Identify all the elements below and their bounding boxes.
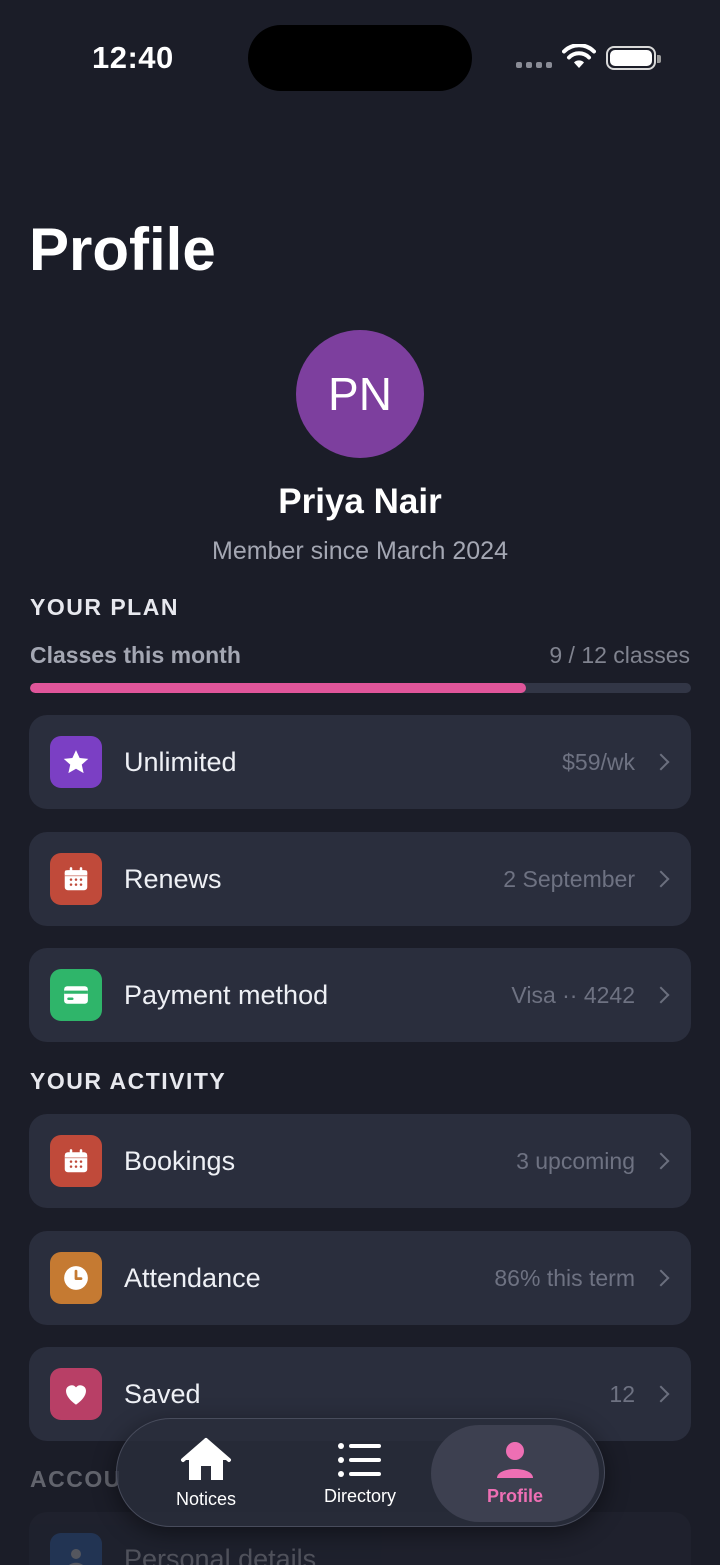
chevron-right-icon: [652, 986, 670, 1004]
tab-bar: Notices Directory Profile: [116, 1418, 605, 1527]
tab-profile[interactable]: Profile: [431, 1425, 599, 1522]
avatar[interactable]: PN: [296, 330, 424, 458]
chevron-right-icon: [652, 1269, 670, 1287]
row-value: 2 September: [503, 865, 635, 892]
activity-row-bookings[interactable]: Bookings 3 upcoming: [29, 1114, 691, 1208]
profile-name: Priya Nair: [278, 482, 442, 521]
card-icon: [50, 969, 102, 1021]
row-label: Attendance: [124, 1262, 261, 1293]
row-value: $59/wk: [562, 748, 635, 775]
status-bar: 12:40: [0, 0, 720, 110]
cellular-signal-icon: [516, 62, 552, 68]
plan-row-unlimited[interactable]: Unlimited $59/wk: [29, 715, 691, 809]
usage-label: Classes this month: [30, 642, 241, 668]
usage-progress-fill: [30, 683, 526, 693]
tab-label: Notices: [175, 1489, 237, 1509]
row-label: Payment method: [124, 979, 329, 1010]
calendar-icon: [50, 1135, 102, 1187]
row-label: Saved: [124, 1378, 201, 1409]
battery-icon: [606, 46, 661, 70]
chevron-right-icon: [652, 1152, 670, 1170]
chevron-right-icon: [652, 753, 670, 771]
section-header-activity: YOUR ACTIVITY: [30, 1068, 227, 1094]
chevron-right-icon: [652, 870, 670, 888]
wifi-icon: [562, 43, 596, 75]
row-value: 12: [609, 1380, 635, 1407]
plan-row-payment-method[interactable]: Payment method Visa ·· 4242: [29, 948, 691, 1042]
section-header-account: ACCOU: [30, 1466, 122, 1492]
usage-value: 9 / 12 classes: [549, 642, 690, 668]
plan-row-renews[interactable]: Renews 2 September: [29, 832, 691, 926]
row-label: Bookings: [124, 1145, 236, 1176]
row-value: 3 upcoming: [516, 1147, 635, 1174]
heart-icon: [50, 1368, 102, 1420]
house-icon: [181, 1438, 231, 1480]
clock-icon: [50, 1252, 102, 1304]
row-value: 86% this term: [494, 1264, 635, 1291]
tab-directory[interactable]: Directory: [285, 1419, 435, 1528]
dynamic-island: [248, 25, 472, 91]
page-title: Profile: [29, 216, 216, 283]
section-header-plan: YOUR PLAN: [30, 594, 179, 620]
calendar-icon: [50, 853, 102, 905]
row-label: Renews: [124, 863, 222, 894]
star-icon: [50, 736, 102, 788]
tab-label: Directory: [323, 1486, 396, 1506]
member-since: Member since March 2024: [212, 537, 508, 565]
tab-label: Profile: [486, 1486, 543, 1506]
chevron-right-icon: [652, 1385, 670, 1403]
row-label: Unlimited: [124, 746, 237, 777]
row-label: Personal details: [124, 1543, 317, 1565]
status-time: 12:40: [92, 40, 174, 75]
person-icon: [497, 1442, 533, 1478]
usage-progress-bar: [30, 683, 691, 693]
person-icon: [50, 1533, 102, 1565]
list-icon: [338, 1443, 381, 1477]
tab-notices[interactable]: Notices: [131, 1419, 281, 1528]
activity-row-attendance[interactable]: Attendance 86% this term: [29, 1231, 691, 1325]
row-value: Visa ·· 4242: [511, 981, 635, 1008]
avatar-initials: PN: [328, 368, 392, 420]
